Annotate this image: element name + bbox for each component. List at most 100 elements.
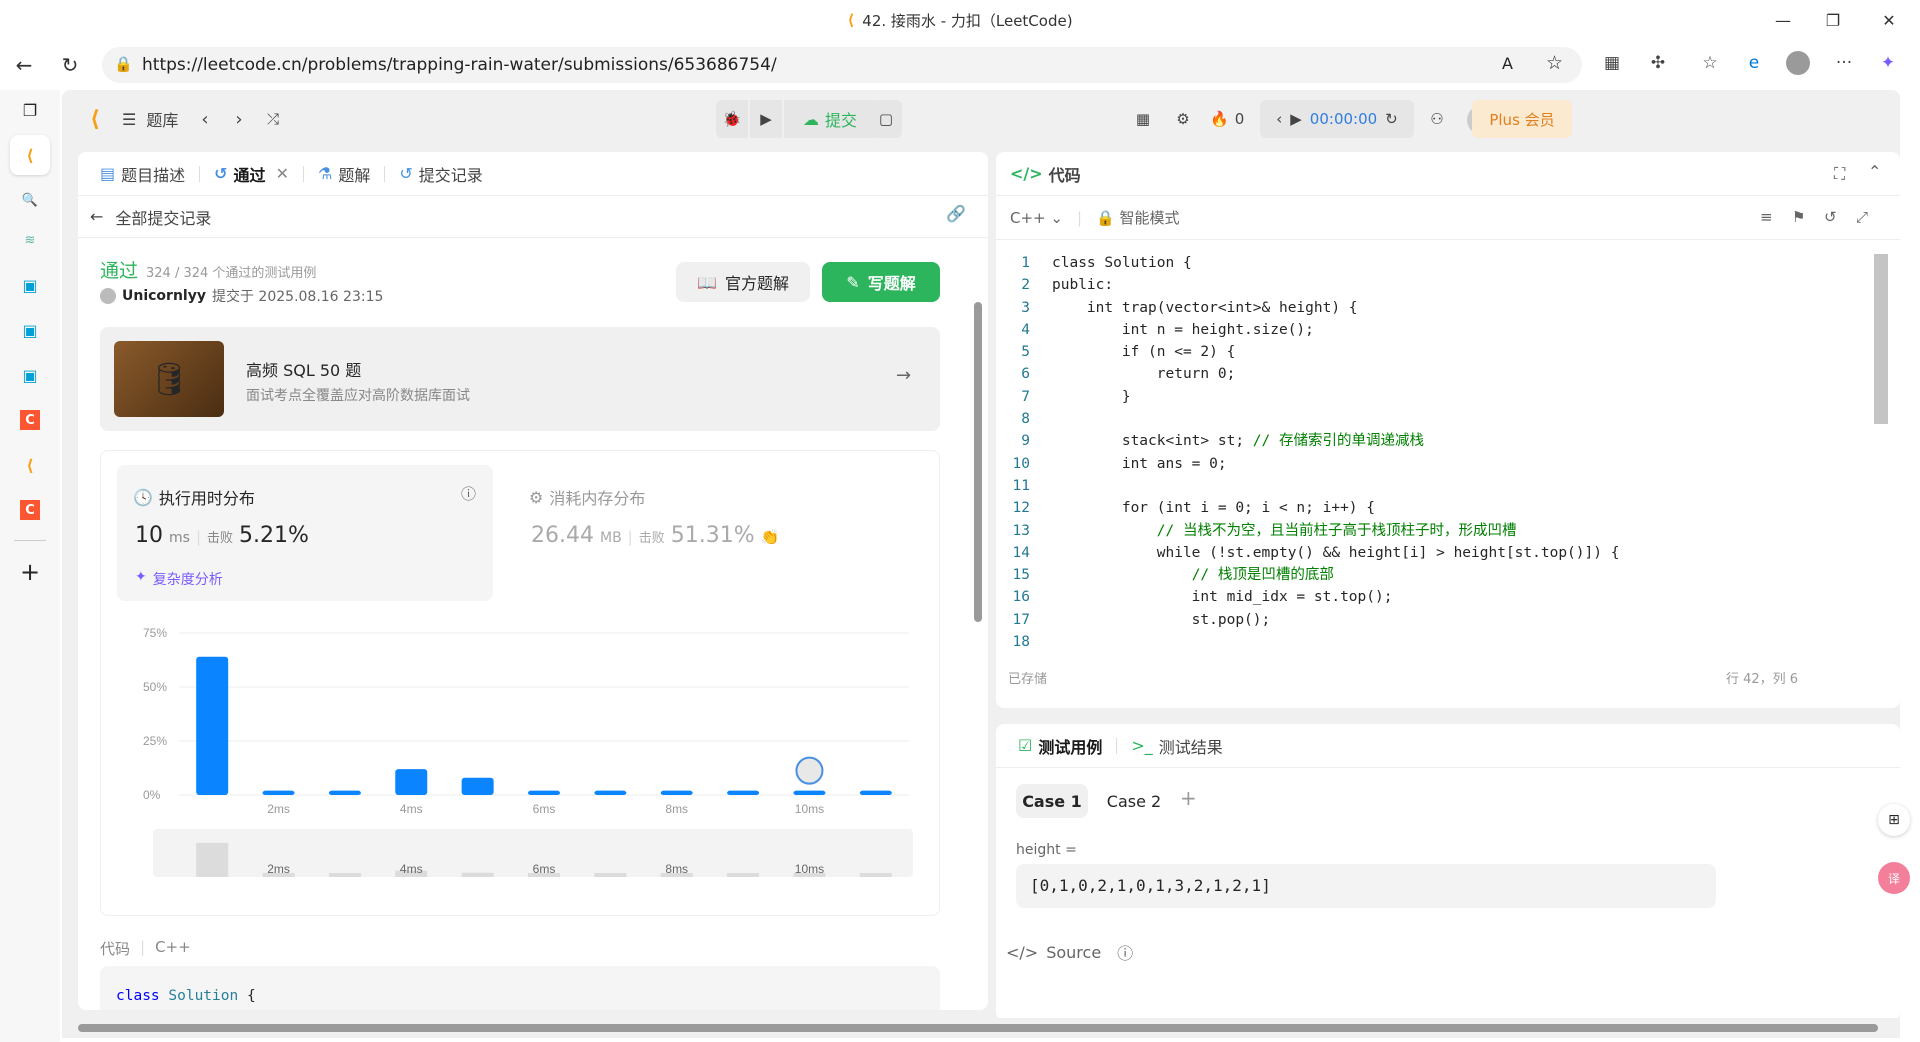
link-icon[interactable]: 🔗 [946, 204, 966, 223]
add-friend-icon[interactable]: ⚇ [1422, 104, 1452, 134]
chart-bar[interactable] [594, 790, 627, 795]
tab-description[interactable]: ▤ 题目描述 [92, 162, 193, 186]
tab-testcase[interactable]: ☑ 测试用例 [1010, 734, 1110, 758]
maximize-button[interactable]: ❐ [1810, 0, 1856, 40]
translate-icon[interactable]: 译 [1878, 862, 1910, 894]
code-line: 2 public: [996, 274, 1876, 296]
source-link[interactable]: Source [1046, 943, 1101, 962]
settings-gear-icon[interactable]: ⚙ [1168, 104, 1198, 134]
close-icon[interactable]: ✕ [276, 164, 289, 183]
all-submissions-link[interactable]: 全部提交记录 [115, 205, 211, 229]
chart-bar[interactable] [262, 790, 295, 795]
search-tab-icon[interactable]: 🔍 [10, 180, 50, 220]
username[interactable]: Unicornlyy [122, 288, 206, 304]
tab-test-result[interactable]: >_ 测试结果 [1123, 734, 1230, 758]
code-label: 代码 [100, 940, 131, 958]
code-line: 19 // 如果弹出后栈为空，说明没有左边界，无法存水 [996, 653, 1876, 654]
bookmark-icon[interactable]: ⚑ [1792, 208, 1805, 226]
tab-solutions[interactable]: ⚗ 题解 [310, 162, 378, 186]
chart-bar[interactable] [328, 790, 361, 795]
problem-list-button[interactable]: ☰ 题库 [122, 104, 178, 134]
format-icon[interactable]: ≡ [1760, 208, 1773, 226]
window-titlebar: ⟨ 42. 接雨水 - 力扣（LeetCode) — ❐ ✕ [0, 0, 1920, 40]
layout-icon[interactable]: ▦ [1128, 104, 1158, 134]
info-icon[interactable]: ⓘ [461, 483, 476, 504]
run-button[interactable]: ▶ [750, 100, 782, 138]
tab-accepted[interactable]: ↺ 通过 ✕ [206, 162, 297, 186]
chevron-left-icon[interactable]: ‹ [1276, 110, 1282, 128]
favorites-icon[interactable]: ☆ [1694, 47, 1726, 79]
chart-bar[interactable] [528, 790, 560, 795]
chart-bar[interactable] [859, 790, 892, 795]
csdn-tab-icon-2[interactable]: C [10, 490, 50, 530]
left-scrollbar[interactable] [974, 294, 984, 994]
bilibili-tab-icon-2[interactable]: ▣ [10, 310, 50, 350]
official-solution-button[interactable]: 📖 官方题解 [676, 262, 810, 302]
smart-mode[interactable]: 🔒 智能模式 [1096, 207, 1179, 228]
timer-widget[interactable]: ‹ ▶ 00:00:00 ↻ [1260, 100, 1414, 138]
collections-icon[interactable]: e [1738, 47, 1770, 79]
case-2-tab[interactable]: Case 2 [1098, 784, 1170, 818]
add-tab-icon[interactable]: + [10, 552, 50, 592]
arrow-left-icon[interactable]: ← [90, 207, 103, 226]
shuffle-icon[interactable]: ⤮ [258, 104, 288, 134]
memory-box[interactable]: ⚙ 消耗内存分布 26.44 MB | 击败 51.31% 👏 [513, 465, 893, 601]
prev-problem-button[interactable]: ‹ [190, 104, 220, 134]
favorite-star-icon[interactable]: ☆ [1546, 52, 1563, 74]
line-number: 11 [1012, 477, 1030, 494]
promo-card[interactable]: 🛢 高频 SQL 50 题 面试考点全覆盖应对高阶数据库面试 → [100, 327, 940, 431]
chart-bar[interactable] [395, 769, 428, 795]
more-icon[interactable]: ··· [1828, 47, 1860, 79]
chart-bar[interactable] [196, 656, 229, 795]
bilibili-tab-icon[interactable]: ▣ [10, 265, 50, 305]
chart-bar[interactable] [793, 790, 826, 795]
editor-scrollbar[interactable] [1874, 254, 1888, 424]
close-button[interactable]: ✕ [1866, 0, 1912, 40]
csdn-tab-icon[interactable]: C [10, 400, 50, 440]
leetcode-logo-icon[interactable]: ⟨ [80, 104, 110, 134]
code-editor[interactable]: 1 class Solution {2 public: 3 int trap(vect… [996, 248, 1876, 654]
next-problem-button[interactable]: › [224, 104, 254, 134]
copilot-icon[interactable]: ✦ [1872, 47, 1904, 79]
qr-icon[interactable]: ▦ [1596, 47, 1628, 79]
leetcode-tab-icon-2[interactable]: ⟨ [10, 445, 50, 485]
your-submission-marker [795, 756, 824, 785]
write-solution-button[interactable]: ✎ 写题解 [822, 262, 940, 302]
read-aloud-icon[interactable]: A [1502, 54, 1513, 73]
chart-bar[interactable] [727, 790, 760, 795]
bilibili-tab-icon-3[interactable]: ▣ [10, 355, 50, 395]
tab-submissions[interactable]: ↺ 提交记录 [391, 162, 490, 186]
plus-member-button[interactable]: Plus 会员 [1472, 100, 1572, 138]
float-apps-icon[interactable]: ⊞ [1878, 804, 1910, 836]
profile-icon[interactable] [1782, 47, 1814, 79]
fullscreen-icon[interactable]: ⛶ [1834, 164, 1845, 184]
refresh-button[interactable]: ↻ [52, 47, 88, 83]
param-value[interactable]: [0,1,0,2,1,0,1,3,2,1,2,1] [1016, 864, 1716, 908]
streak-counter[interactable]: 🔥 0 [1210, 104, 1244, 134]
expand-icon[interactable]: ⤢ [1856, 208, 1868, 226]
extensions-icon[interactable]: ✣ [1642, 47, 1674, 79]
runtime-box[interactable]: 🕓 执行用时分布 ⓘ 10 ms | 击败 5.21% ✦ 复杂度分析 [117, 465, 493, 601]
note-button[interactable]: ▢ [870, 100, 902, 138]
tab-actions-icon[interactable]: ❐ [10, 90, 50, 130]
leetcode-tab-icon[interactable]: ⟨ [10, 135, 50, 175]
case-1-tab[interactable]: Case 1 [1016, 784, 1088, 818]
debug-button[interactable]: 🐞 [716, 100, 748, 138]
help-icon[interactable]: ⓘ [1117, 940, 1133, 964]
collapse-icon[interactable]: ⌃ [1868, 162, 1881, 181]
horizontal-scrollbar[interactable] [62, 1018, 1900, 1038]
undo-icon[interactable]: ↺ [1824, 208, 1837, 226]
flask-icon: ⚗ [317, 164, 333, 183]
submit-button[interactable]: ☁ 提交 [784, 100, 876, 138]
language-select[interactable]: C++ ⌄ [1010, 209, 1063, 227]
play-icon[interactable]: ▶ [1290, 110, 1302, 128]
chart-bar[interactable] [461, 777, 494, 795]
add-case-icon[interactable]: + [1180, 786, 1197, 810]
url-input[interactable]: 🔒 https://leetcode.cn/problems/trapping-… [102, 47, 1582, 83]
app-tab-icon[interactable]: ≋ [10, 220, 50, 260]
chart-bar[interactable] [660, 790, 693, 795]
complexity-analysis-link[interactable]: ✦ 复杂度分析 [135, 569, 223, 589]
reset-icon[interactable]: ↻ [1385, 110, 1398, 128]
minimize-button[interactable]: — [1760, 0, 1806, 40]
back-button[interactable]: ← [6, 47, 42, 83]
